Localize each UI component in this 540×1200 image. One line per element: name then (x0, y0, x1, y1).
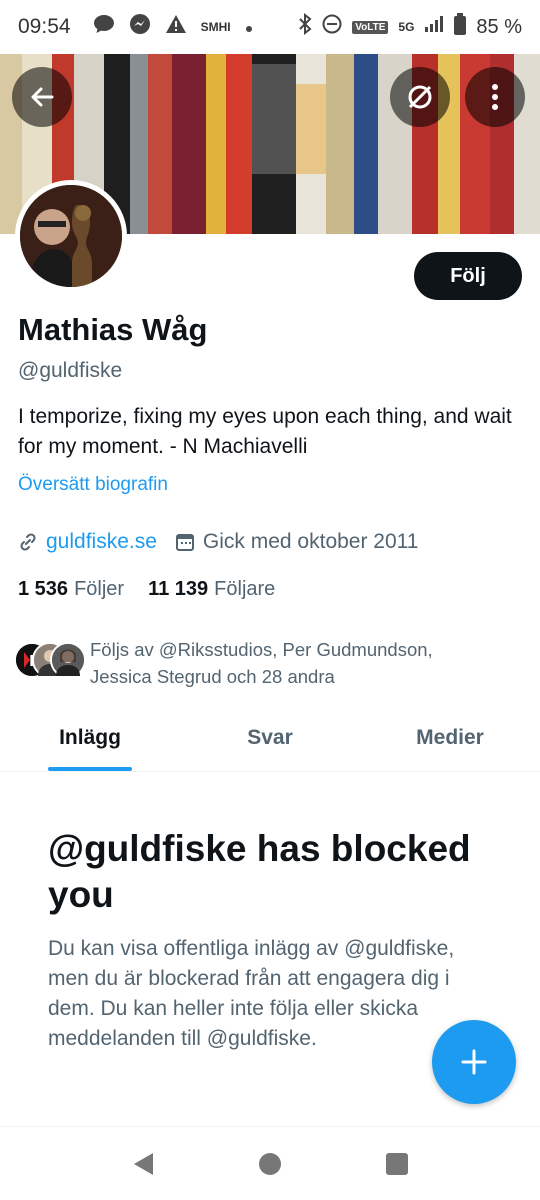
profile-meta: guldfiske.se Gick med oktober 2011 (18, 530, 418, 554)
network-type: 5G (398, 20, 415, 34)
chat-bubble-icon (93, 14, 115, 40)
more-options-button[interactable] (465, 67, 525, 127)
messenger-icon (129, 13, 151, 41)
tab-replies[interactable]: Svar (180, 712, 360, 771)
avatar-image (20, 185, 122, 287)
battery-percent: 85 % (476, 15, 522, 38)
back-button[interactable] (12, 67, 72, 127)
avatar[interactable] (15, 180, 127, 292)
compose-button[interactable] (432, 1020, 516, 1104)
status-bar: 09:54 SMHI VoLTE 5G 85 % (0, 0, 540, 54)
tab-label: Svar (247, 726, 293, 749)
status-time: 09:54 (18, 15, 71, 38)
tab-posts[interactable]: Inlägg (0, 712, 180, 771)
system-nav-bar (0, 1126, 540, 1200)
follow-counts: 1 536 Följer 11 139 Följare (18, 578, 275, 601)
more-vertical-icon (492, 84, 498, 110)
smhi-label: SMHI (200, 20, 231, 34)
volte-badge: VoLTE (352, 20, 389, 34)
bluetooth-icon (298, 12, 312, 41)
follower-avatar (50, 642, 86, 678)
plus-icon (461, 1049, 487, 1075)
system-recents-button[interactable] (377, 1144, 417, 1184)
circle-home-icon (258, 1152, 281, 1175)
calendar-icon (175, 532, 195, 552)
blocked-description: Du kan visa offentliga inlägg av @guldfi… (48, 937, 455, 1050)
blocked-title: @guldfiske has blocked you (48, 828, 471, 915)
dot-icon (245, 16, 253, 39)
translate-bio-link[interactable]: Översätt biografin (18, 474, 168, 496)
followers-label: Följare (214, 578, 276, 600)
warning-icon (165, 14, 187, 40)
followed-by-avatars: R (14, 642, 86, 682)
tab-label: Inlägg (59, 726, 121, 749)
following-label: Följer (74, 578, 125, 600)
link-icon (18, 532, 38, 552)
sync-off-icon (408, 85, 432, 109)
tab-label: Medier (416, 726, 484, 749)
system-back-button[interactable] (123, 1144, 163, 1184)
triangle-back-icon (134, 1152, 154, 1175)
joined-date: Gick med oktober 2011 (202, 530, 419, 553)
sync-off-button[interactable] (390, 67, 450, 127)
tab-media[interactable]: Medier (360, 712, 540, 771)
followed-by[interactable]: R Följs av @Riksstudios, Per Gudmundson,… (14, 636, 490, 690)
profile-handle: @guldfiske (18, 359, 123, 382)
active-tab-indicator (48, 767, 132, 771)
system-home-button[interactable] (250, 1144, 290, 1184)
profile-tabs: Inlägg Svar Medier (0, 712, 540, 772)
followers-count: 11 139 (148, 578, 209, 600)
back-arrow-icon (31, 87, 54, 107)
follow-button[interactable]: Följ (414, 252, 522, 300)
square-recents-icon (385, 1152, 408, 1175)
battery-icon (454, 13, 467, 41)
do-not-disturb-icon (322, 14, 342, 40)
following-count: 1 536 (18, 578, 69, 600)
following-link[interactable]: 1 536 Följer (18, 578, 124, 601)
profile-bio: I temporize, fixing my eyes upon each th… (18, 405, 512, 458)
followed-by-text: Följs av @Riksstudios, Per Gudmundson, J… (90, 639, 433, 687)
website-link[interactable]: guldfiske.se (46, 530, 157, 554)
profile-name: Mathias Wåg (18, 312, 208, 347)
signal-icon (424, 15, 444, 39)
followers-link[interactable]: 11 139 Följare (148, 578, 275, 601)
